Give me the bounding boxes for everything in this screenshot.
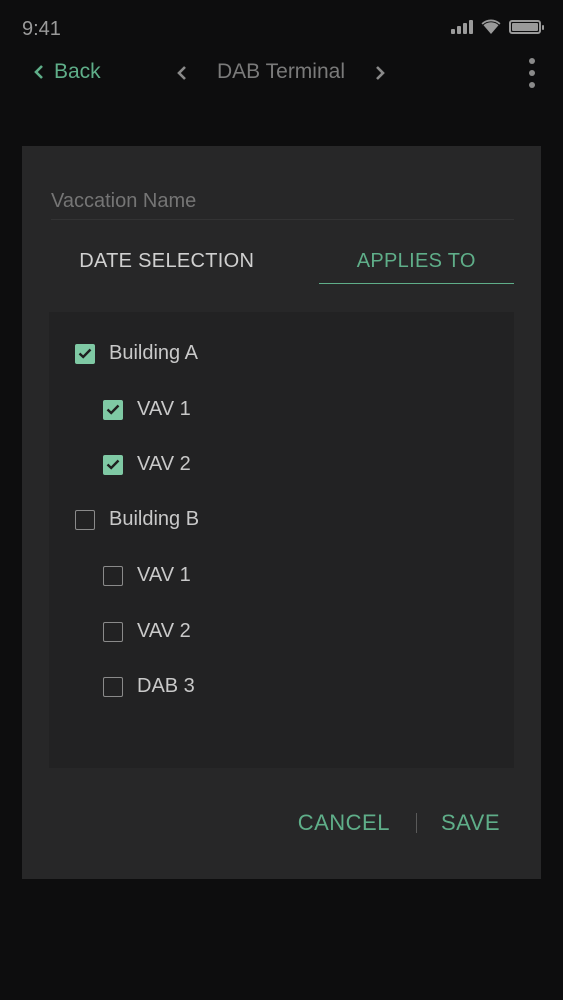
tree-item-label: VAV 2 (137, 620, 191, 642)
page-title: DAB Terminal (217, 60, 345, 83)
back-label: Back (54, 60, 101, 83)
tree-item-label: DAB 3 (137, 675, 195, 697)
tree-item-vav-1[interactable]: VAV 1 (103, 398, 191, 421)
status-bar: 9:41 (0, 0, 563, 56)
checkbox-icon[interactable] (103, 454, 123, 475)
back-button[interactable]: Back (34, 60, 101, 84)
tree-item-building-a[interactable]: Building A (75, 342, 198, 365)
cancel-button[interactable]: CANCEL (298, 810, 390, 836)
tree-item-building-b[interactable]: Building B (75, 508, 199, 531)
signal-icon (451, 20, 473, 34)
screen: 9:41 Back DAB Terminal Vaccation Name DA… (0, 0, 563, 1000)
checkbox-icon[interactable] (103, 399, 123, 420)
chevron-left-icon (34, 65, 43, 79)
tree-item-vav-1[interactable]: VAV 1 (103, 564, 191, 587)
checkbox-icon[interactable] (103, 621, 123, 642)
previous-button[interactable] (170, 58, 194, 88)
status-icons (451, 19, 544, 34)
tree-item-label: VAV 2 (137, 453, 191, 475)
tab-bar: DATE SELECTION APPLIES TO (51, 242, 514, 284)
tab-date-selection[interactable]: DATE SELECTION (51, 242, 283, 284)
button-divider (415, 813, 417, 833)
tree-item-label: Building A (109, 342, 198, 364)
checkbox-icon[interactable] (103, 565, 123, 586)
chevron-left-icon (177, 66, 186, 80)
tree-item-dab-3[interactable]: DAB 3 (103, 675, 195, 698)
checkbox-icon[interactable] (75, 343, 95, 364)
battery-icon (509, 20, 544, 34)
nav-bar: Back DAB Terminal (0, 56, 563, 92)
applies-to-tree: Building A VAV 1 VAV 2 Building B VAV 1 … (49, 312, 514, 768)
vacation-dialog: DATE SELECTION APPLIES TO Building A VAV… (22, 146, 541, 879)
tree-item-label: VAV 1 (137, 398, 191, 420)
wifi-icon (481, 19, 501, 34)
tab-applies-to[interactable]: APPLIES TO (318, 242, 514, 284)
chevron-right-icon (376, 66, 385, 80)
tree-item-label: VAV 1 (137, 564, 191, 586)
next-button[interactable] (368, 58, 392, 88)
tree-item-vav-2[interactable]: VAV 2 (103, 453, 191, 476)
vacation-name-input[interactable] (51, 184, 514, 220)
tree-item-vav-2[interactable]: VAV 2 (103, 620, 191, 643)
dialog-actions: CANCEL SAVE (298, 810, 500, 836)
save-button[interactable]: SAVE (441, 810, 500, 836)
status-time: 9:41 (22, 18, 61, 40)
tree-item-label: Building B (109, 508, 200, 530)
more-options-icon[interactable] (525, 58, 539, 88)
checkbox-icon[interactable] (103, 676, 123, 697)
checkbox-icon[interactable] (75, 509, 95, 530)
